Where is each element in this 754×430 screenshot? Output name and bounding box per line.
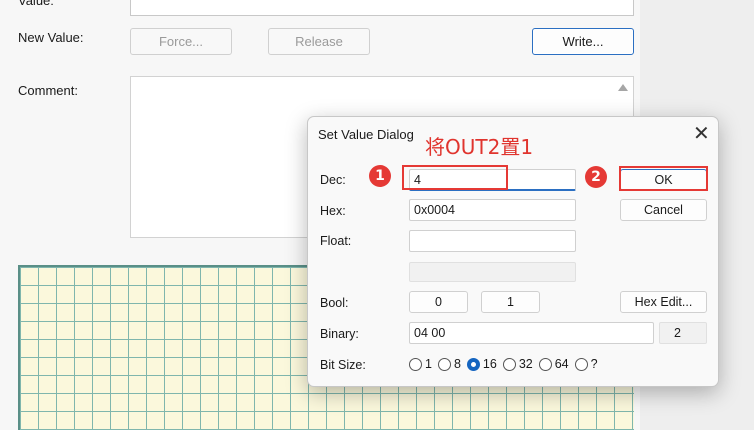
binary-byte-count: 2 (659, 322, 707, 344)
radio-label: 1 (425, 357, 432, 371)
float-extra-field (409, 262, 576, 282)
bit-size-unknown-radio[interactable]: ? (574, 357, 598, 371)
binary-input[interactable]: 04 00 (409, 322, 654, 344)
step-1-badge: 1 (369, 165, 391, 187)
write-button[interactable]: Write... (532, 28, 634, 55)
radio-label: 8 (453, 357, 461, 371)
comment-label: Comment: (18, 83, 78, 98)
release-button[interactable]: Release (268, 28, 370, 55)
radio-icon (437, 357, 451, 371)
hex-edit-button[interactable]: Hex Edit... (620, 291, 707, 313)
bool-0-button[interactable]: 0 (409, 291, 468, 313)
hex-label: Hex: (320, 204, 346, 218)
hex-input[interactable]: 0x0004 (409, 199, 576, 221)
radio-label: ? (590, 357, 598, 371)
bool-label: Bool: (320, 296, 349, 310)
radio-label: 64 (554, 357, 569, 371)
dec-label: Dec: (320, 173, 346, 187)
highlight-box-ok (619, 166, 708, 191)
bit-size-64-radio[interactable]: 64 (538, 357, 569, 371)
force-button[interactable]: Force... (130, 28, 232, 55)
step-2-badge: 2 (585, 166, 607, 188)
new-value-label: New Value: (18, 30, 84, 45)
value-field (130, 0, 634, 16)
radio-label: 32 (518, 357, 533, 371)
radio-selected-icon (466, 357, 480, 371)
bit-size-8-radio[interactable]: 8 (437, 357, 461, 371)
annotation-text: 将OUT2置1 (425, 135, 534, 159)
float-input[interactable] (409, 230, 576, 252)
bool-1-button[interactable]: 1 (481, 291, 540, 313)
scroll-up-icon[interactable] (618, 84, 628, 91)
radio-label: 16 (482, 357, 497, 371)
set-value-dialog: Set Value Dialog 将OUT2置1 ✕ Dec: 4 1 OK 2… (307, 116, 719, 387)
float-label: Float: (320, 234, 352, 248)
radio-icon (502, 357, 516, 371)
radio-icon (538, 357, 552, 371)
cancel-button[interactable]: Cancel (620, 199, 707, 221)
binary-label: Binary: (320, 327, 359, 341)
close-icon[interactable]: ✕ (693, 124, 710, 144)
highlight-box-dec (402, 165, 508, 190)
bit-size-1-radio[interactable]: 1 (409, 357, 432, 371)
dialog-title: Set Value Dialog (318, 127, 414, 142)
radio-icon (409, 357, 422, 371)
bit-size-radio-group: 1 8 16 32 64 ? (409, 357, 604, 371)
bit-size-16-radio[interactable]: 16 (466, 357, 497, 371)
bit-size-label: Bit Size: (320, 358, 366, 372)
bit-size-32-radio[interactable]: 32 (502, 357, 533, 371)
radio-icon (574, 357, 588, 371)
value-label: Value: (18, 0, 54, 8)
